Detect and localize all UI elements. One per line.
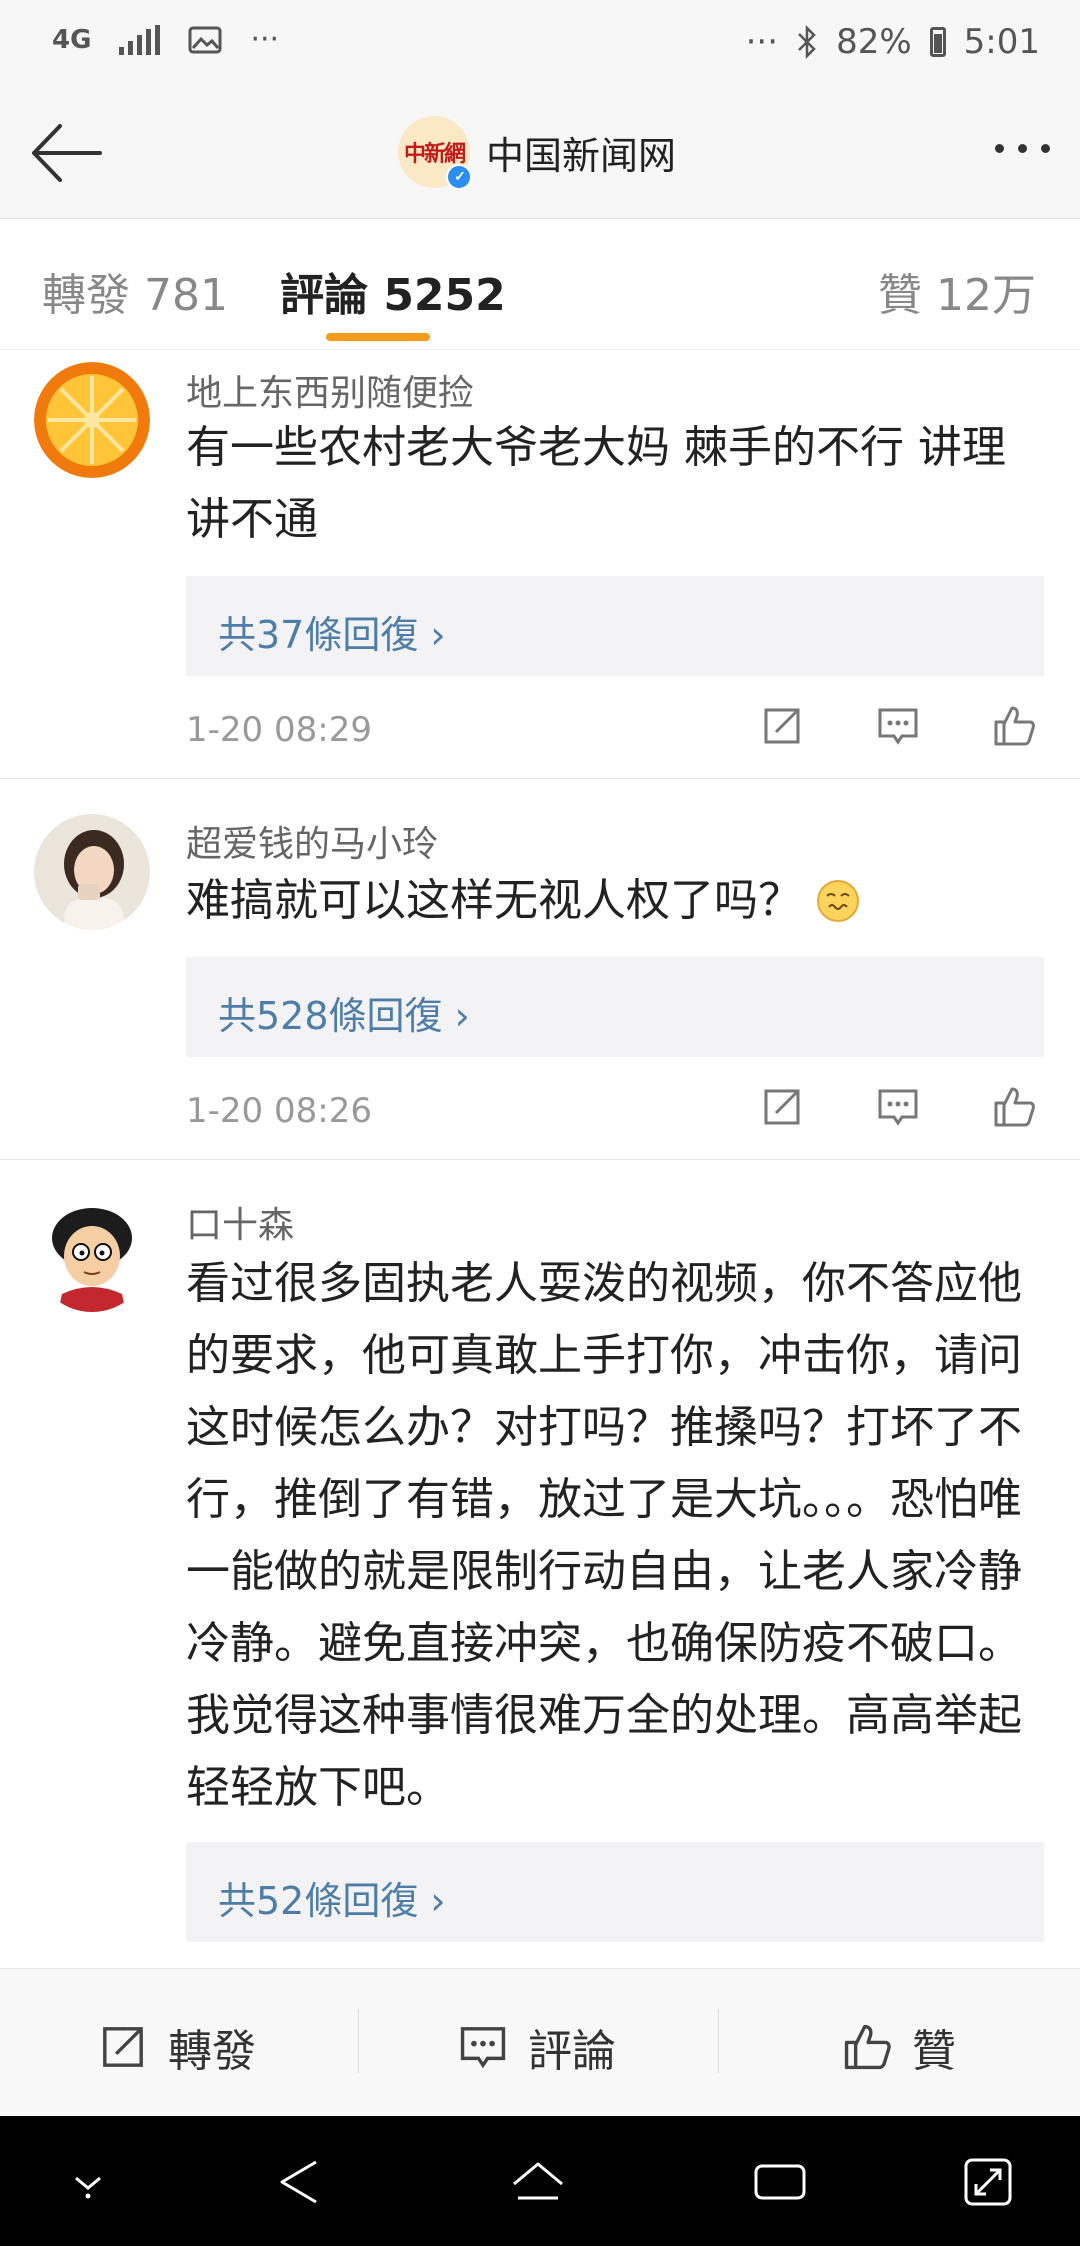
avatar[interactable] [34, 362, 150, 478]
reply-summary[interactable]: 共528條回復 › [186, 957, 1044, 1057]
comment-time: 1-20 08:29 [186, 710, 372, 750]
comment-icon [460, 2027, 506, 2069]
reply-summary[interactable]: 共37條回復 › [186, 576, 1044, 676]
comment-label: 評論 [528, 2026, 616, 2077]
back-arrow-icon[interactable] [28, 118, 108, 188]
avatar[interactable] [34, 1196, 150, 1312]
repost-label: 轉發 [168, 2026, 256, 2077]
header: 中新網 ✓ 中国新闻网 [0, 92, 1080, 219]
repost-icon[interactable] [760, 1085, 804, 1129]
comment-username[interactable]: 口十森 [186, 1196, 294, 1248]
comment-icon[interactable] [876, 1085, 920, 1129]
clock: 5:01 [963, 22, 1040, 62]
comment-item: 超爱钱的马小玲 难搞就可以这样无视人权了吗？ 共528條回復 › 1-20 08… [0, 779, 1080, 1160]
tab-likes[interactable]: 贊 12万 [878, 259, 1036, 323]
repost-button[interactable]: 轉發 [98, 2015, 256, 2079]
view-replies-link[interactable]: 共37條回復 › [218, 604, 446, 659]
system-nav-bar [0, 2116, 1080, 2246]
like-button[interactable]: 贊 [842, 2015, 956, 2079]
comment-text-body: 难搞就可以这样无视人权了吗？ [186, 875, 802, 926]
signal-icon [119, 24, 161, 55]
image-icon [188, 26, 222, 53]
status-bar: 4G ··· ··· 82% 5:01 [0, 0, 1080, 92]
home-icon[interactable] [510, 2154, 566, 2210]
like-label: 贊 [912, 2026, 956, 2077]
chevron-down-icon[interactable] [60, 2154, 116, 2210]
comment-actions [760, 1085, 1036, 1129]
like-icon[interactable] [992, 1085, 1036, 1129]
divider [358, 2009, 359, 2073]
reply-summary[interactable]: 共52條回復 › [186, 1842, 1044, 1942]
comment-text: 难搞就可以这样无视人权了吗？ [186, 865, 1046, 937]
comment-time: 1-20 08:26 [186, 1091, 372, 1131]
repost-icon [103, 2027, 143, 2067]
active-tab-indicator [326, 333, 430, 341]
comment-item: 口十森 看过很多固执老人耍泼的视频，你不答应他的要求，他可真敢上手打你，冲击你，… [0, 1160, 1080, 1968]
view-replies-link[interactable]: 共52條回復 › [218, 1870, 446, 1925]
view-replies-link[interactable]: 共528條回復 › [218, 985, 470, 1040]
divider [718, 2009, 719, 2073]
logo-text: 中新網 [403, 141, 466, 167]
comment-button[interactable]: 評論 [458, 2015, 616, 2079]
battery-percent: 82% [836, 22, 912, 62]
tab-repost[interactable]: 轉發 781 [42, 259, 228, 323]
recent-apps-icon[interactable] [752, 2154, 808, 2210]
bottom-toolbar: 轉發 評論 贊 [0, 1968, 1080, 2117]
like-icon [844, 2024, 891, 2070]
more-options-icon[interactable] [995, 144, 1050, 153]
repost-icon[interactable] [760, 704, 804, 748]
face-emoji-icon [817, 880, 859, 922]
comment-actions [760, 704, 1036, 748]
comment-item: 地上东西别随便捡 有一些农村老大爷老大妈 棘手的不行 讲理讲不通 共37條回復 … [0, 350, 1080, 779]
back-triangle-icon[interactable] [272, 2154, 328, 2210]
avatar[interactable] [34, 814, 150, 930]
more-dots-icon: ··· [250, 22, 280, 57]
account-name: 中国新闻网 [486, 133, 677, 178]
rotate-screen-icon[interactable] [960, 2154, 1016, 2210]
account-header[interactable]: 中新網 ✓ 中国新闻网 [398, 116, 677, 190]
verified-badge-icon: ✓ [446, 164, 472, 190]
comment-text: 看过很多固执老人耍泼的视频，你不答应他的要求，他可真敢上手打你，冲击你，请问这时… [186, 1258, 1022, 1813]
tab-comments[interactable]: 評論 5252 [280, 259, 506, 323]
account-logo: 中新網 ✓ [398, 116, 472, 190]
comment-username[interactable]: 地上东西别随便捡 [186, 364, 474, 416]
tab-bar: 轉發 781 評論 5252 贊 12万 [0, 219, 1080, 350]
comment-username[interactable]: 超爱钱的马小玲 [186, 815, 438, 867]
more-dots-icon: ··· [745, 22, 779, 62]
bluetooth-icon [798, 25, 816, 59]
battery-icon [929, 27, 946, 57]
comment-icon[interactable] [876, 704, 920, 748]
network-4g-icon: 4G [52, 24, 92, 55]
comment-text: 有一些农村老大爷老大妈 棘手的不行 讲理讲不通 [186, 422, 1006, 545]
like-icon[interactable] [992, 704, 1036, 748]
